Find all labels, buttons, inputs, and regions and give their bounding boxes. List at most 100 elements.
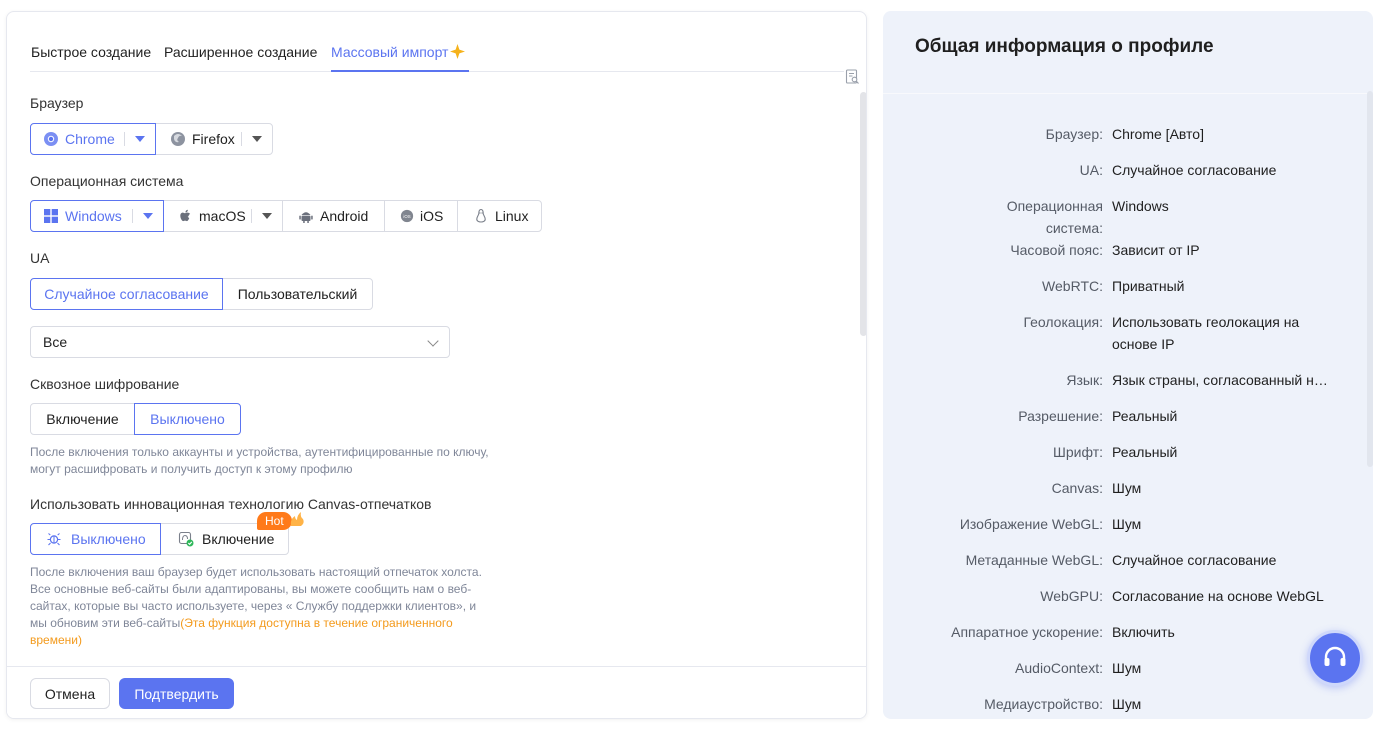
- encryption-hint-line: После включения только аккаунты и устрой…: [30, 445, 489, 459]
- linux-icon: [476, 208, 486, 223]
- cancel-button[interactable]: Отмена: [30, 678, 110, 709]
- summary-label: Медиаустройство:: [984, 696, 1103, 712]
- summary-divider: [883, 93, 1373, 94]
- limited-time-note: (Эта функция доступна в течение ограниче…: [180, 616, 453, 630]
- os-option-ios[interactable]: iOS iOS: [384, 200, 458, 232]
- windows-icon: [44, 209, 58, 223]
- tab-bulk-import[interactable]: Массовый импорт: [331, 44, 466, 60]
- summary-value: Язык страны, согласованный на...: [1112, 372, 1330, 388]
- ua-filter-select[interactable]: Все: [30, 326, 450, 358]
- canvas-hint-line: Все основные веб-сайты были адаптированы…: [30, 582, 472, 596]
- split-divider: [241, 132, 242, 146]
- ua-option-custom[interactable]: Пользовательский: [222, 278, 373, 310]
- canvas-hint-line: сайтах, которые вы часто используете, че…: [30, 599, 477, 613]
- os-option-label: Windows: [65, 208, 122, 224]
- browser-option-firefox[interactable]: Firefox: [155, 123, 273, 155]
- android-icon: [299, 212, 313, 223]
- caret-down-icon[interactable]: [252, 136, 262, 142]
- apple-icon: [180, 209, 191, 222]
- os-option-macos[interactable]: macOS: [163, 200, 283, 232]
- tab-quick-create[interactable]: Быстрое создание: [31, 44, 151, 60]
- creation-tabs: Быстрое создание Расширенное создание Ма…: [30, 40, 859, 84]
- limited-time-note: времени): [30, 633, 82, 647]
- sparkle-icon: [450, 44, 466, 59]
- encryption-hint-line: могут расшифровать и получить доступ к э…: [30, 462, 353, 476]
- browser-label: Браузер: [30, 95, 84, 111]
- canvas-option-label: Выключено: [71, 531, 146, 547]
- canvas-hint-text: мы обновим эти веб-сайты: [30, 616, 181, 630]
- summary-value: Реальный: [1112, 444, 1178, 460]
- summary-label: WebRTC:: [1042, 278, 1103, 294]
- encryption-hint: После включения только аккаунты и устрой…: [30, 444, 500, 478]
- browser-option-chrome[interactable]: Chrome: [30, 123, 156, 155]
- canvas-label: Использовать инновационная технологию Ca…: [30, 496, 432, 512]
- os-option-label: iOS: [420, 208, 444, 224]
- create-profile-panel: Быстрое создание Расширенное создание Ма…: [6, 11, 867, 719]
- summary-label: Разрешение:: [1018, 408, 1103, 424]
- summary-label: Изображение WebGL:: [959, 516, 1103, 532]
- summary-value: Шум: [1112, 696, 1142, 712]
- tab-bulk-import-label: Массовый импорт: [331, 44, 449, 60]
- caret-down-icon[interactable]: [143, 213, 153, 219]
- os-option-label: macOS: [199, 208, 246, 224]
- canvas-option-off[interactable]: Выключено: [30, 523, 161, 555]
- svg-text:iOS: iOS: [403, 214, 410, 219]
- headset-icon: [1324, 646, 1346, 666]
- summary-value: Chrome [Авто]: [1112, 126, 1204, 142]
- encryption-option-label: Выключено: [150, 411, 225, 427]
- chrome-icon: [44, 132, 58, 146]
- encryption-label: Сквозное шифрование: [30, 376, 180, 392]
- summary-label: Геолокация:: [1023, 314, 1103, 330]
- summary-label: WebGPU:: [1040, 588, 1103, 604]
- summary-label: Метаданные WebGL:: [965, 552, 1103, 568]
- os-option-label: Linux: [495, 208, 529, 224]
- canvas-hint-line: мы обновим эти веб-сайты(Эта функция дос…: [30, 615, 500, 632]
- summary-label: Шрифт:: [1053, 444, 1103, 460]
- ua-label: UA: [30, 250, 50, 266]
- browser-option-label: Chrome: [65, 131, 115, 147]
- panel-footer: Отмена Подтвердить: [7, 666, 866, 718]
- split-divider: [251, 209, 252, 223]
- summary-scrollbar[interactable]: [1367, 91, 1373, 467]
- summary-label: Аппаратное ускорение:: [951, 624, 1103, 640]
- support-chat-button[interactable]: [1307, 630, 1363, 686]
- summary-value: Шум: [1112, 660, 1142, 676]
- summary-label: Canvas:: [1051, 480, 1103, 496]
- summary-label: Браузер:: [1045, 126, 1103, 142]
- os-option-android[interactable]: Android: [282, 200, 385, 232]
- os-option-windows[interactable]: Windows: [30, 200, 164, 232]
- summary-value: Случайное согласование: [1112, 552, 1277, 568]
- document-search-icon[interactable]: [845, 69, 860, 85]
- fingerprint-bug-icon: [47, 533, 61, 546]
- os-label: Операционная система: [30, 173, 184, 189]
- os-option-linux[interactable]: Linux: [457, 200, 542, 232]
- summary-value: Шум: [1112, 516, 1142, 532]
- summary-label: Операционная система:: [1006, 198, 1103, 236]
- summary-title: Общая информация о профиле: [915, 36, 1214, 57]
- encryption-option-label: Включение: [46, 411, 119, 427]
- summary-label: UA:: [1079, 162, 1103, 178]
- summary-label: Язык:: [1066, 372, 1103, 388]
- hot-badge: Hot: [257, 512, 292, 530]
- encryption-option-on[interactable]: Включение: [30, 403, 135, 435]
- summary-label: AudioContext:: [1015, 660, 1103, 676]
- canvas-hint-line: После включения ваш браузер будет исполь…: [30, 565, 482, 579]
- ua-option-label: Случайное согласование: [44, 286, 209, 302]
- caret-down-icon[interactable]: [135, 136, 145, 142]
- tab-advanced-create[interactable]: Расширенное создание: [164, 44, 317, 60]
- summary-value: Согласование на основе WebGL: [1112, 588, 1324, 604]
- active-tab-indicator: [331, 70, 469, 72]
- caret-down-icon[interactable]: [262, 213, 272, 219]
- ua-option-random[interactable]: Случайное согласование: [30, 278, 223, 310]
- canvas-hint: После включения ваш браузер будет исполь…: [30, 564, 500, 649]
- summary-value: Windows: [1112, 198, 1169, 214]
- fingerprint-shield-icon: [178, 531, 194, 547]
- summary-value: Приватный: [1112, 278, 1185, 294]
- encryption-option-off[interactable]: Выключено: [134, 403, 241, 435]
- browser-option-label: Firefox: [192, 131, 235, 147]
- confirm-button[interactable]: Подтвердить: [119, 678, 234, 709]
- canvas-option-label: Включение: [202, 531, 275, 547]
- left-scrollbar[interactable]: [860, 92, 866, 336]
- summary-value: Случайное согласование: [1112, 162, 1277, 178]
- profile-summary-panel: Общая информация о профиле Браузер: Chro…: [883, 11, 1373, 719]
